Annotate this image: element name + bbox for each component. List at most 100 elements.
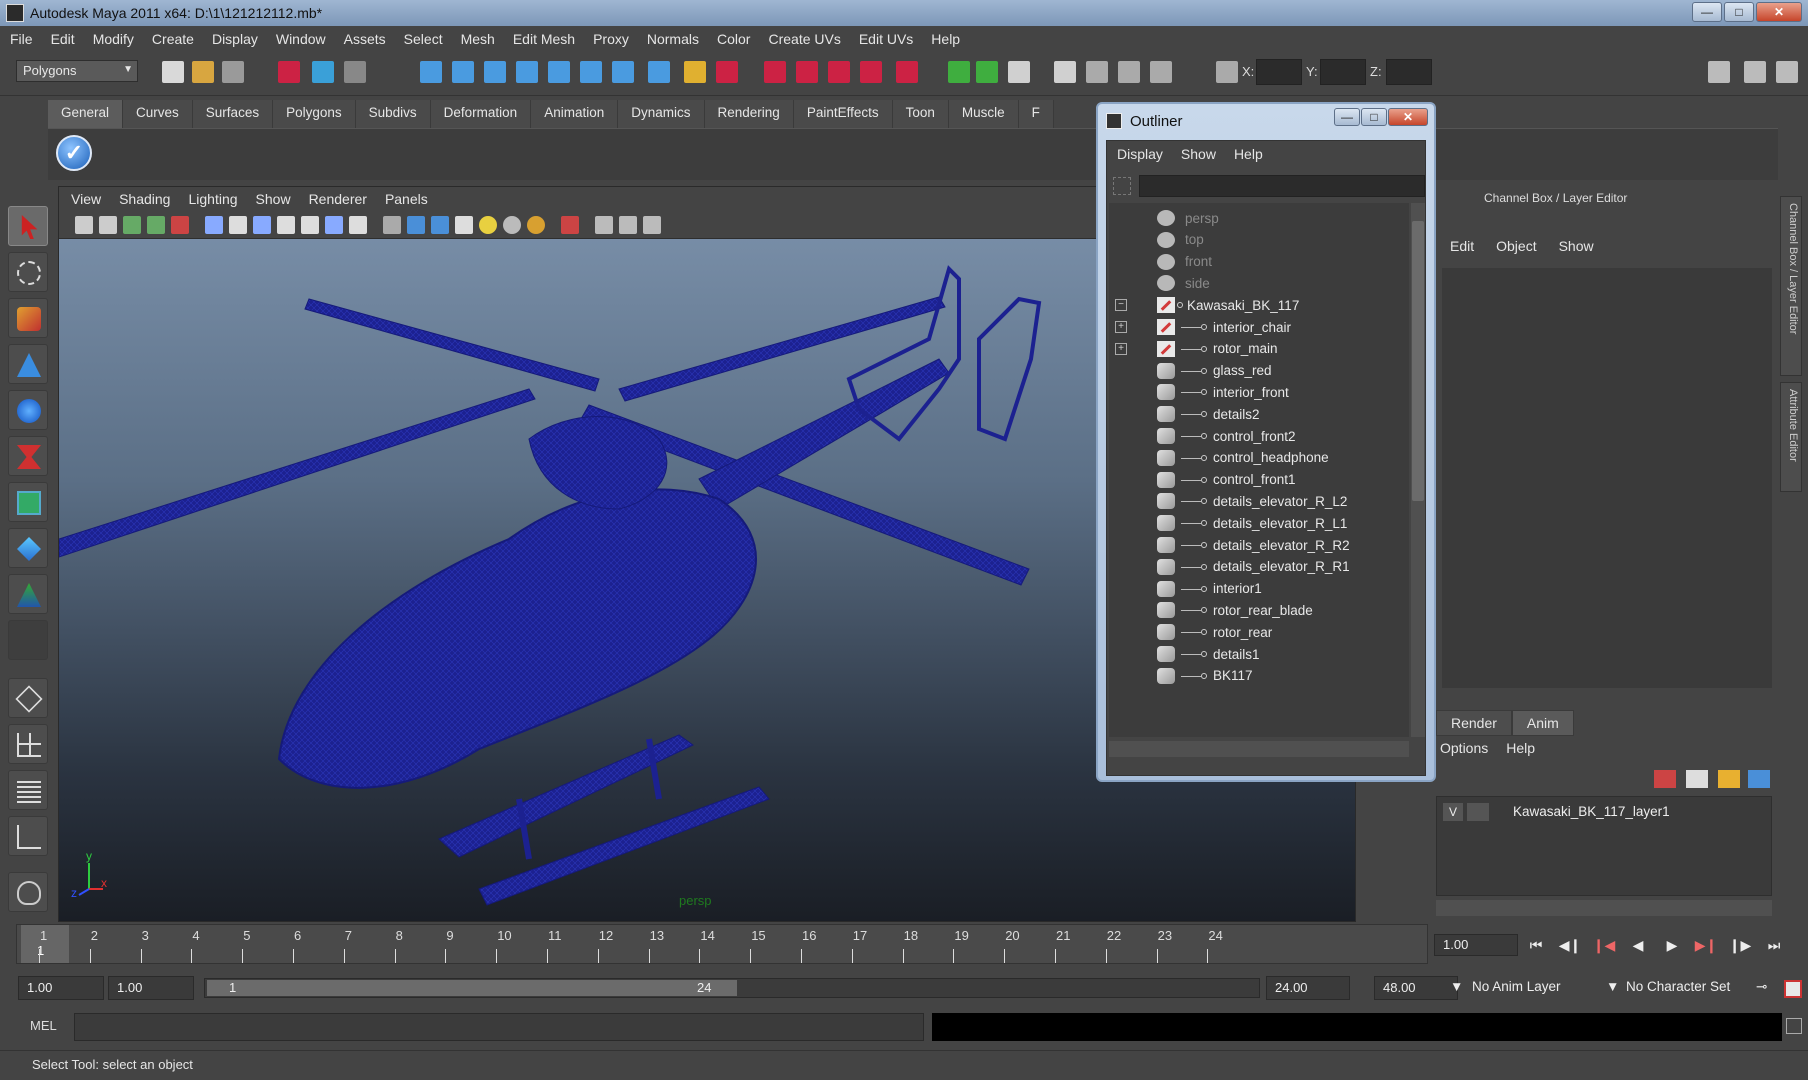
minimize-button[interactable]: —	[1692, 2, 1722, 22]
render-current-icon[interactable]	[796, 61, 818, 83]
menu-help[interactable]: Help	[931, 31, 960, 47]
snap-plane-icon[interactable]	[516, 61, 538, 83]
shelf-tab-deformation[interactable]: Deformation	[430, 100, 532, 128]
outliner-item[interactable]: details_elevator_R_L2	[1109, 490, 1409, 512]
lock-icon[interactable]	[684, 61, 706, 83]
lasso-tool-button[interactable]	[8, 252, 48, 292]
step-back-frame-icon[interactable]: ◀❙	[1558, 934, 1582, 956]
outliner-item[interactable]: control_front1	[1109, 469, 1409, 491]
mel-label[interactable]: MEL	[30, 1018, 57, 1033]
safe-action-icon[interactable]	[325, 216, 343, 234]
shelf-tab-dynamics[interactable]: Dynamics	[618, 100, 705, 128]
range-bar[interactable]: 1 24	[204, 978, 1260, 998]
expand-icon[interactable]: +	[1115, 342, 1127, 355]
xray-icon[interactable]	[595, 216, 613, 234]
select-by-object-icon[interactable]	[312, 61, 334, 83]
anim-layer-select[interactable]: No Anim Layer	[1468, 976, 1588, 1000]
channel-box-menu-object[interactable]: Object	[1496, 238, 1536, 262]
go-to-end-icon[interactable]: ⏭	[1762, 934, 1786, 956]
input-line-icon[interactable]	[948, 61, 970, 83]
character-set-select[interactable]: No Character Set	[1622, 976, 1752, 1000]
menu-select[interactable]: Select	[404, 31, 443, 47]
help-icon[interactable]	[648, 61, 670, 83]
scale-tool-button[interactable]	[8, 436, 48, 476]
tool-settings-icon[interactable]	[1086, 61, 1108, 83]
menu-mesh[interactable]: Mesh	[461, 31, 495, 47]
outliner-item[interactable]: details2	[1109, 403, 1409, 425]
new-scene-icon[interactable]	[162, 61, 184, 83]
snap-grid-icon[interactable]	[420, 61, 442, 83]
menu-proxy[interactable]: Proxy	[593, 31, 629, 47]
menu-normals[interactable]: Normals	[647, 31, 699, 47]
menu-create[interactable]: Create	[152, 31, 194, 47]
z-field[interactable]	[1386, 59, 1432, 85]
ipr-render-icon[interactable]	[828, 61, 850, 83]
shelf-tab-animation[interactable]: Animation	[531, 100, 619, 128]
filter-icon[interactable]	[1113, 177, 1131, 195]
textured-icon[interactable]	[455, 216, 473, 234]
shadows-icon[interactable]	[527, 216, 545, 234]
menu-file[interactable]: File	[10, 31, 33, 47]
new-layer-icon[interactable]	[1654, 770, 1676, 788]
shelf-tab-toon[interactable]: Toon	[892, 100, 949, 128]
rotate-tool-button[interactable]	[8, 390, 48, 430]
outliner-item[interactable]: control_headphone	[1109, 447, 1409, 469]
outliner-item[interactable]: front	[1109, 251, 1409, 273]
layer-visibility-toggle[interactable]: V	[1443, 803, 1463, 821]
mel-input[interactable]	[74, 1013, 924, 1041]
outliner-minimize-button[interactable]: —	[1334, 108, 1360, 126]
last-tool-button[interactable]	[8, 620, 48, 660]
hypergraph-layout-button[interactable]	[8, 872, 48, 912]
shelf-tab-general[interactable]: General	[48, 100, 124, 128]
resolution-gate-icon[interactable]	[253, 216, 271, 234]
time-slider[interactable]: 1 1 2 3 4 5 6 7 8 9 10 11 12 13 14 15 16 17 18 19 20 21 22 23 2…	[16, 924, 1428, 964]
outliner-item[interactable]: rotor_rear	[1109, 621, 1409, 643]
tab-attribute-editor[interactable]: Attribute Editor	[1780, 382, 1802, 492]
shelf-tab-f[interactable]: F	[1018, 100, 1054, 128]
layer-playback-toggle[interactable]	[1467, 803, 1489, 821]
panel-menu-show[interactable]: Show	[256, 191, 291, 207]
outliner-item[interactable]: interior1	[1109, 578, 1409, 600]
animation-start-field[interactable]: 1.00	[18, 976, 104, 1000]
panel-menu-renderer[interactable]: Renderer	[309, 191, 367, 207]
snap-live-icon[interactable]	[612, 61, 634, 83]
menu-assets[interactable]: Assets	[344, 31, 386, 47]
y-field[interactable]	[1320, 59, 1366, 85]
hypershade-icon[interactable]	[896, 61, 918, 83]
show-layer-editor-icon[interactable]	[1776, 61, 1798, 83]
layer-scrollbar[interactable]	[1436, 900, 1772, 916]
shelf-tab-polygons[interactable]: Polygons	[273, 100, 356, 128]
single-view-layout-button[interactable]	[8, 678, 48, 718]
gate-mask-icon[interactable]	[277, 216, 295, 234]
shelf-tab-painteffects[interactable]: PaintEffects	[793, 100, 893, 128]
playback-end-field[interactable]: 24.00	[1266, 976, 1350, 1000]
shelf-tab-subdivs[interactable]: Subdivs	[355, 100, 431, 128]
snap-vertex-icon[interactable]	[580, 61, 602, 83]
rename-icon[interactable]	[976, 61, 998, 83]
panel-menu-lighting[interactable]: Lighting	[188, 191, 237, 207]
show-tool-settings-icon[interactable]	[1744, 61, 1766, 83]
select-by-hierarchy-icon[interactable]	[278, 61, 300, 83]
menu-edit-uvs[interactable]: Edit UVs	[859, 31, 913, 47]
show-channel-box-icon[interactable]	[1708, 61, 1730, 83]
default-light-icon[interactable]	[479, 216, 497, 234]
outliner-item[interactable]: details_elevator_R_R2	[1109, 534, 1409, 556]
snap-surface-icon[interactable]	[548, 61, 570, 83]
tab-channel-box[interactable]: Channel Box / Layer Editor	[1780, 196, 1802, 376]
outliner-item[interactable]: control_front2	[1109, 425, 1409, 447]
outliner-filter-input[interactable]	[1139, 175, 1425, 197]
wireframe-on-shaded-icon[interactable]	[431, 216, 449, 234]
step-back-key-icon[interactable]: ❙◀	[1592, 934, 1616, 956]
layer-editor-icon[interactable]	[1150, 61, 1172, 83]
layer-row[interactable]: V Kawasaki_BK_117_layer1	[1437, 801, 1773, 823]
save-scene-icon[interactable]	[222, 61, 244, 83]
panel-menu-shading[interactable]: Shading	[119, 191, 170, 207]
layer-move-down-icon[interactable]	[1748, 770, 1770, 788]
chevron-down-icon[interactable]: ▼	[1446, 976, 1467, 1000]
menu-create-uvs[interactable]: Create UVs	[768, 31, 840, 47]
attribute-editor-icon[interactable]	[1054, 61, 1076, 83]
step-forward-frame-icon[interactable]: ❙▶	[1728, 934, 1752, 956]
menu-window[interactable]: Window	[276, 31, 326, 47]
outliner-layout-button[interactable]	[8, 770, 48, 810]
camera-attributes-icon[interactable]	[75, 216, 93, 234]
